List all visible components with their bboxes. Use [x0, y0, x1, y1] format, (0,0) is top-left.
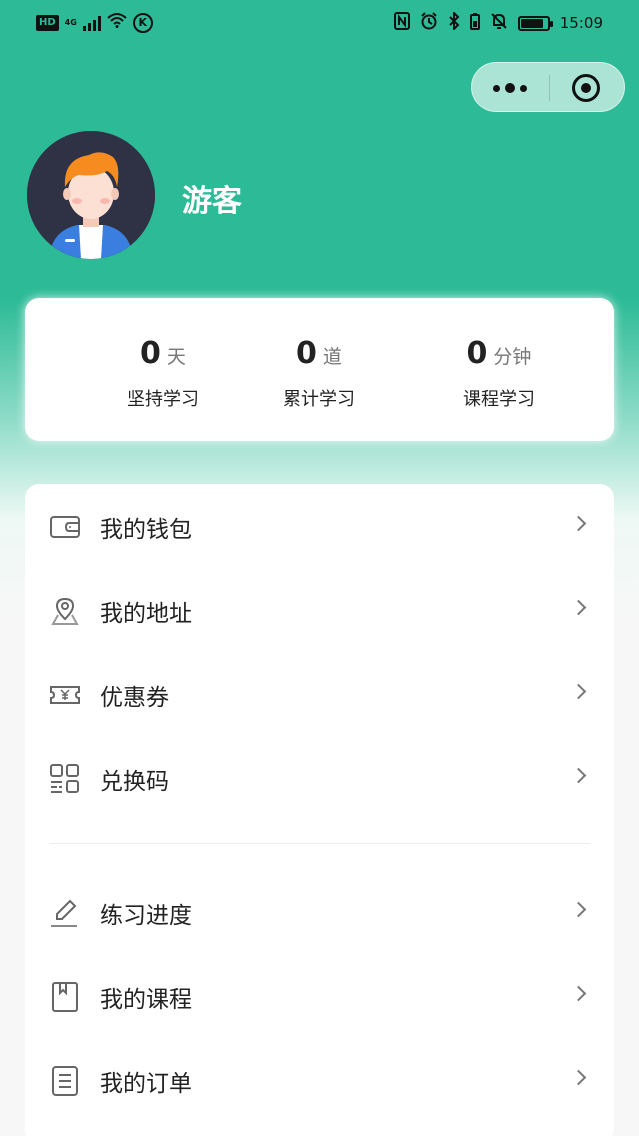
- menu-item-wallet[interactable]: 我的钱包: [25, 484, 614, 568]
- avatar[interactable]: [27, 131, 155, 259]
- chevron-right-icon: [570, 515, 587, 532]
- chevron-right-icon: [570, 1069, 587, 1086]
- chevron-right-icon: [570, 985, 587, 1002]
- network-type: 4G: [64, 17, 77, 27]
- more-dot-icon: [493, 84, 500, 92]
- menu-card: 我的钱包 我的地址 优惠券 兑换码 练习进度 我的课程 我的订单: [25, 484, 614, 1136]
- stat-unit: 分钟: [493, 346, 532, 368]
- menu-item-label: 我的钱包: [100, 517, 192, 543]
- clock: 15:09: [559, 14, 603, 32]
- stat-unit: 道: [322, 346, 342, 368]
- menu-item-label: 我的订单: [100, 1071, 192, 1097]
- bluetooth-icon: [448, 10, 460, 34]
- location-icon: [51, 597, 79, 625]
- menu-item-coupon[interactable]: 优惠券: [25, 652, 614, 736]
- menu-item-label: 兑换码: [100, 769, 169, 795]
- stat-total-questions: 0 道 累计学习: [229, 336, 409, 411]
- hd-badge: HD: [36, 14, 59, 31]
- alarm-icon: [420, 12, 438, 34]
- qr-code-icon: [50, 764, 79, 793]
- status-left: HD 4G K: [36, 12, 153, 33]
- chevron-right-icon: [570, 767, 587, 784]
- more-dot-icon: [520, 84, 527, 92]
- username: 游客: [182, 184, 242, 219]
- signal-icon: [82, 15, 101, 31]
- capsule-divider: [549, 75, 550, 101]
- stat-label: 累计学习: [283, 389, 355, 410]
- menu-item-label: 练习进度: [100, 903, 192, 929]
- coupon-icon: [50, 686, 80, 704]
- book-icon: [52, 982, 78, 1012]
- menu-item-practice-progress[interactable]: 练习进度: [25, 870, 614, 954]
- stat-value: 0: [140, 336, 161, 371]
- wallet-icon: [50, 516, 80, 538]
- k-app-icon: K: [132, 12, 153, 33]
- battery-saver-icon: [469, 12, 480, 34]
- stat-label: 课程学习: [463, 389, 535, 410]
- wifi-icon: [107, 12, 127, 33]
- menu-item-my-orders[interactable]: 我的订单: [25, 1038, 614, 1122]
- status-right: 15:09: [393, 10, 603, 34]
- more-options-button[interactable]: [472, 63, 548, 113]
- chevron-right-icon: [570, 683, 587, 700]
- stat-value: 0: [466, 336, 488, 371]
- stat-unit: 天: [166, 346, 186, 368]
- battery-icon: [517, 15, 553, 31]
- menu-item-label: 优惠券: [100, 685, 169, 711]
- mute-bell-icon: [490, 12, 508, 34]
- pencil-icon: [51, 899, 77, 927]
- miniprogram-capsule: [471, 62, 625, 112]
- menu-item-redeem-code[interactable]: 兑换码: [25, 736, 614, 820]
- close-miniprogram-button[interactable]: [572, 74, 600, 102]
- user-avatar-icon: [27, 131, 155, 259]
- stat-value: 0: [296, 336, 317, 371]
- menu-item-my-courses[interactable]: 我的课程: [25, 954, 614, 1038]
- order-icon: [52, 1066, 78, 1096]
- nfc-icon: [393, 12, 410, 34]
- more-dot-icon: [505, 83, 515, 93]
- menu-item-label: 我的课程: [100, 987, 192, 1013]
- menu-item-label: 我的地址: [100, 601, 192, 627]
- menu-item-address[interactable]: 我的地址: [25, 568, 614, 652]
- stat-study-days: 0 天 坚持学习: [73, 336, 253, 411]
- menu-divider: [50, 843, 590, 844]
- stat-label: 坚持学习: [127, 389, 199, 410]
- chevron-right-icon: [570, 901, 587, 918]
- status-bar: HD 4G K 15:09: [0, 0, 639, 48]
- chevron-right-icon: [570, 599, 587, 616]
- stat-course-minutes: 0 分钟 课程学习: [409, 336, 589, 411]
- stats-card: 0 天 坚持学习 0 道 累计学习 0 分钟 课程学习: [25, 298, 614, 441]
